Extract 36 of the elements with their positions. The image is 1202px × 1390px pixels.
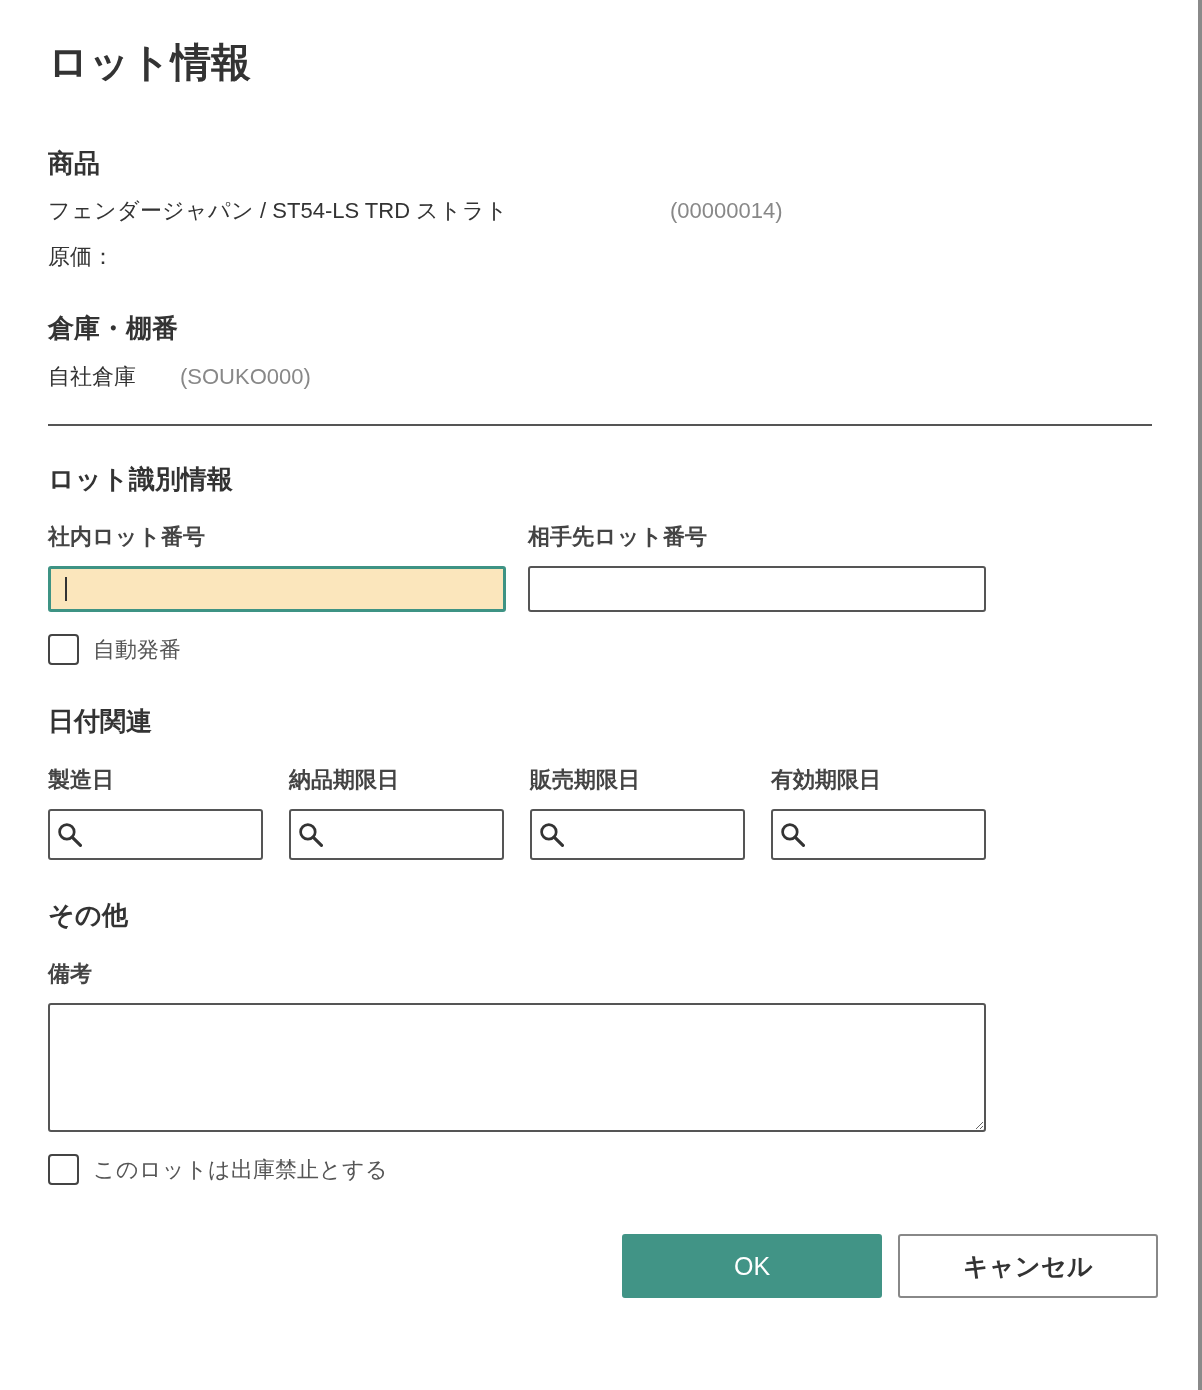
product-code: (00000014) <box>670 200 783 222</box>
lot-number-field[interactable] <box>528 566 986 612</box>
search-icon <box>539 822 564 847</box>
cancel-button[interactable]: キャンセル <box>898 1234 1158 1298</box>
checkbox-label: 自動発番 <box>93 638 181 661</box>
field-label: 納品期限日 <box>289 769 399 791</box>
remarks-field[interactable] <box>48 1003 986 1132</box>
lot-number-field[interactable] <box>48 566 506 612</box>
field-label: 相手先ロット番号 <box>528 526 707 548</box>
search-icon <box>780 822 805 847</box>
cost-label: 原価： <box>48 246 114 268</box>
warehouse-code: (SOUKO000) <box>180 366 311 388</box>
checkbox-label: このロットは出庫禁止とする <box>93 1158 388 1181</box>
section-heading: 倉庫・棚番 <box>48 315 179 341</box>
date-field[interactable] <box>530 809 745 860</box>
ok-button[interactable]: OK <box>622 1234 882 1298</box>
field-label: 製造日 <box>48 769 114 791</box>
search-icon <box>298 822 323 847</box>
section-heading: 商品 <box>48 150 101 176</box>
field-label: 備考 <box>48 963 92 985</box>
field-label: 社内ロット番号 <box>48 526 205 548</box>
warehouse-name: 自社倉庫 <box>48 366 137 388</box>
checkbox[interactable] <box>48 1154 79 1185</box>
date-field[interactable] <box>48 809 263 860</box>
search-icon <box>57 822 82 847</box>
date-field[interactable] <box>771 809 986 860</box>
section-heading: 日付関連 <box>48 708 153 734</box>
section-heading: ロット識別情報 <box>48 466 234 492</box>
dialog-title: ロット情報 <box>48 42 252 82</box>
field-label: 有効期限日 <box>771 769 881 791</box>
text-cursor <box>65 577 67 601</box>
field-label: 販売期限日 <box>530 769 640 791</box>
date-field[interactable] <box>289 809 504 860</box>
section-heading: その他 <box>48 902 129 928</box>
product-name: フェンダージャパン / ST54-LS TRD ストラト <box>48 200 510 222</box>
checkbox[interactable] <box>48 634 79 665</box>
